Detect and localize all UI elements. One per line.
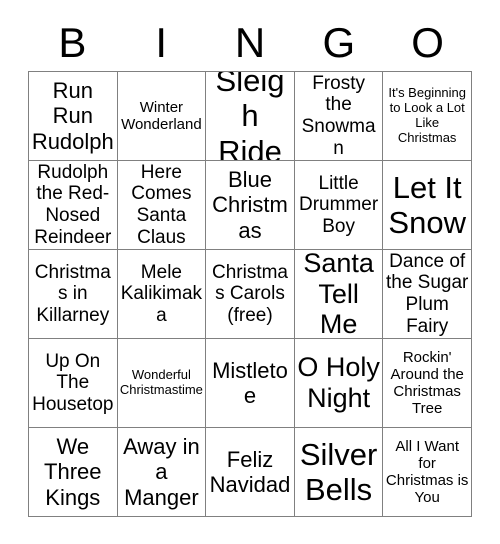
bingo-cell-label: Away in a Manger [123,434,200,510]
bingo-grid: Run Run Rudolph Winter Wonderland Sleigh… [28,71,472,517]
bingo-cell-b1[interactable]: Run Run Rudolph [29,72,118,161]
bingo-cell-label: Mele Kalikimaka [120,261,203,326]
header-letter-n: N [234,18,266,66]
bingo-cell-o1[interactable]: It's Beginning to Look a Lot Like Christ… [383,72,472,161]
bingo-cell-n4[interactable]: Mistletoe [206,339,295,428]
bingo-cell-label: Winter Wonderland [121,98,202,133]
bingo-cell-label: Mistletoe [212,357,288,408]
bingo-cell-label: All I Want for Christmas is You [385,437,469,507]
bingo-cell-i2[interactable]: Here Comes Santa Claus [117,161,207,250]
bingo-cell-label: Santa Tell Me [303,250,374,339]
bingo-cell-label: Christmas Carols (free) [211,261,288,326]
bingo-cell-i5[interactable]: Away in a Manger [117,428,207,517]
bingo-cell-b4[interactable]: Up On The Housetop [29,339,118,428]
bingo-cell-b3[interactable]: Christmas in Killarney [29,250,118,339]
bingo-cell-label: O Holy Night [297,352,380,413]
bingo-cell-label: We Three Kings [44,434,102,510]
header-letter-b: B [58,18,87,66]
bingo-card: B I N G O Run Run Rudolph Winter Wonderl… [0,0,500,544]
header-letter-i: I [155,18,168,66]
bingo-cell-label: Rockin' Around the Christmas Tree [390,348,464,418]
bingo-cell-label: Sleigh Ride [215,72,285,161]
bingo-cell-g1[interactable]: Frosty the Snowman [294,72,384,161]
bingo-cell-label: Frosty the Snowman [301,72,376,159]
bingo-cell-label: Let It Snow [388,169,466,240]
header-letter-o: O [411,18,444,66]
bingo-cell-o5[interactable]: All I Want for Christmas is You [383,428,472,517]
bingo-cell-label: Up On The Housetop [32,350,114,415]
bingo-cell-label: Blue Christmas [212,167,288,243]
bingo-cell-i3[interactable]: Mele Kalikimaka [117,250,207,339]
bingo-cell-g5[interactable]: Silver Bells [294,428,384,517]
bingo-cell-label: Wonderful Christmastime [119,367,203,397]
bingo-cell-n5[interactable]: Feliz Navidad [206,428,295,517]
bingo-cell-label: Christmas in Killarney [34,261,111,326]
bingo-cell-label: Silver Bells [299,436,378,507]
bingo-cell-g3[interactable]: Santa Tell Me [294,250,384,339]
bingo-cell-n1[interactable]: Sleigh Ride [206,72,295,161]
bingo-cell-label: Here Comes Santa Claus [131,161,192,248]
bingo-cell-g2[interactable]: Little Drummer Boy [294,161,384,250]
bingo-cell-b5[interactable]: We Three Kings [29,428,118,517]
bingo-cell-b2[interactable]: Rudolph the Red-Nosed Reindeer [29,161,118,250]
bingo-header-row: B I N G O [28,14,472,71]
bingo-cell-g4[interactable]: O Holy Night [294,339,384,428]
bingo-cell-i1[interactable]: Winter Wonderland [117,72,207,161]
bingo-cell-label: Feliz Navidad [209,446,291,497]
bingo-cell-n3-free-space[interactable]: Christmas Carols (free) [206,250,295,339]
bingo-cell-label: Run Run Rudolph [31,78,114,154]
bingo-cell-i4[interactable]: Wonderful Christmastime [117,339,207,428]
bingo-cell-label: Dance of the Sugar Plum Fairy [385,250,469,337]
header-letter-g: G [322,18,356,66]
bingo-cell-o2[interactable]: Let It Snow [383,161,472,250]
bingo-cell-label: Little Drummer Boy [299,172,379,237]
bingo-cell-o4[interactable]: Rockin' Around the Christmas Tree [383,339,472,428]
bingo-cell-n2[interactable]: Blue Christmas [206,161,295,250]
bingo-cell-label: Rudolph the Red-Nosed Reindeer [34,161,112,248]
bingo-cell-label: It's Beginning to Look a Lot Like Christ… [388,85,467,145]
bingo-cell-o3[interactable]: Dance of the Sugar Plum Fairy [383,250,472,339]
